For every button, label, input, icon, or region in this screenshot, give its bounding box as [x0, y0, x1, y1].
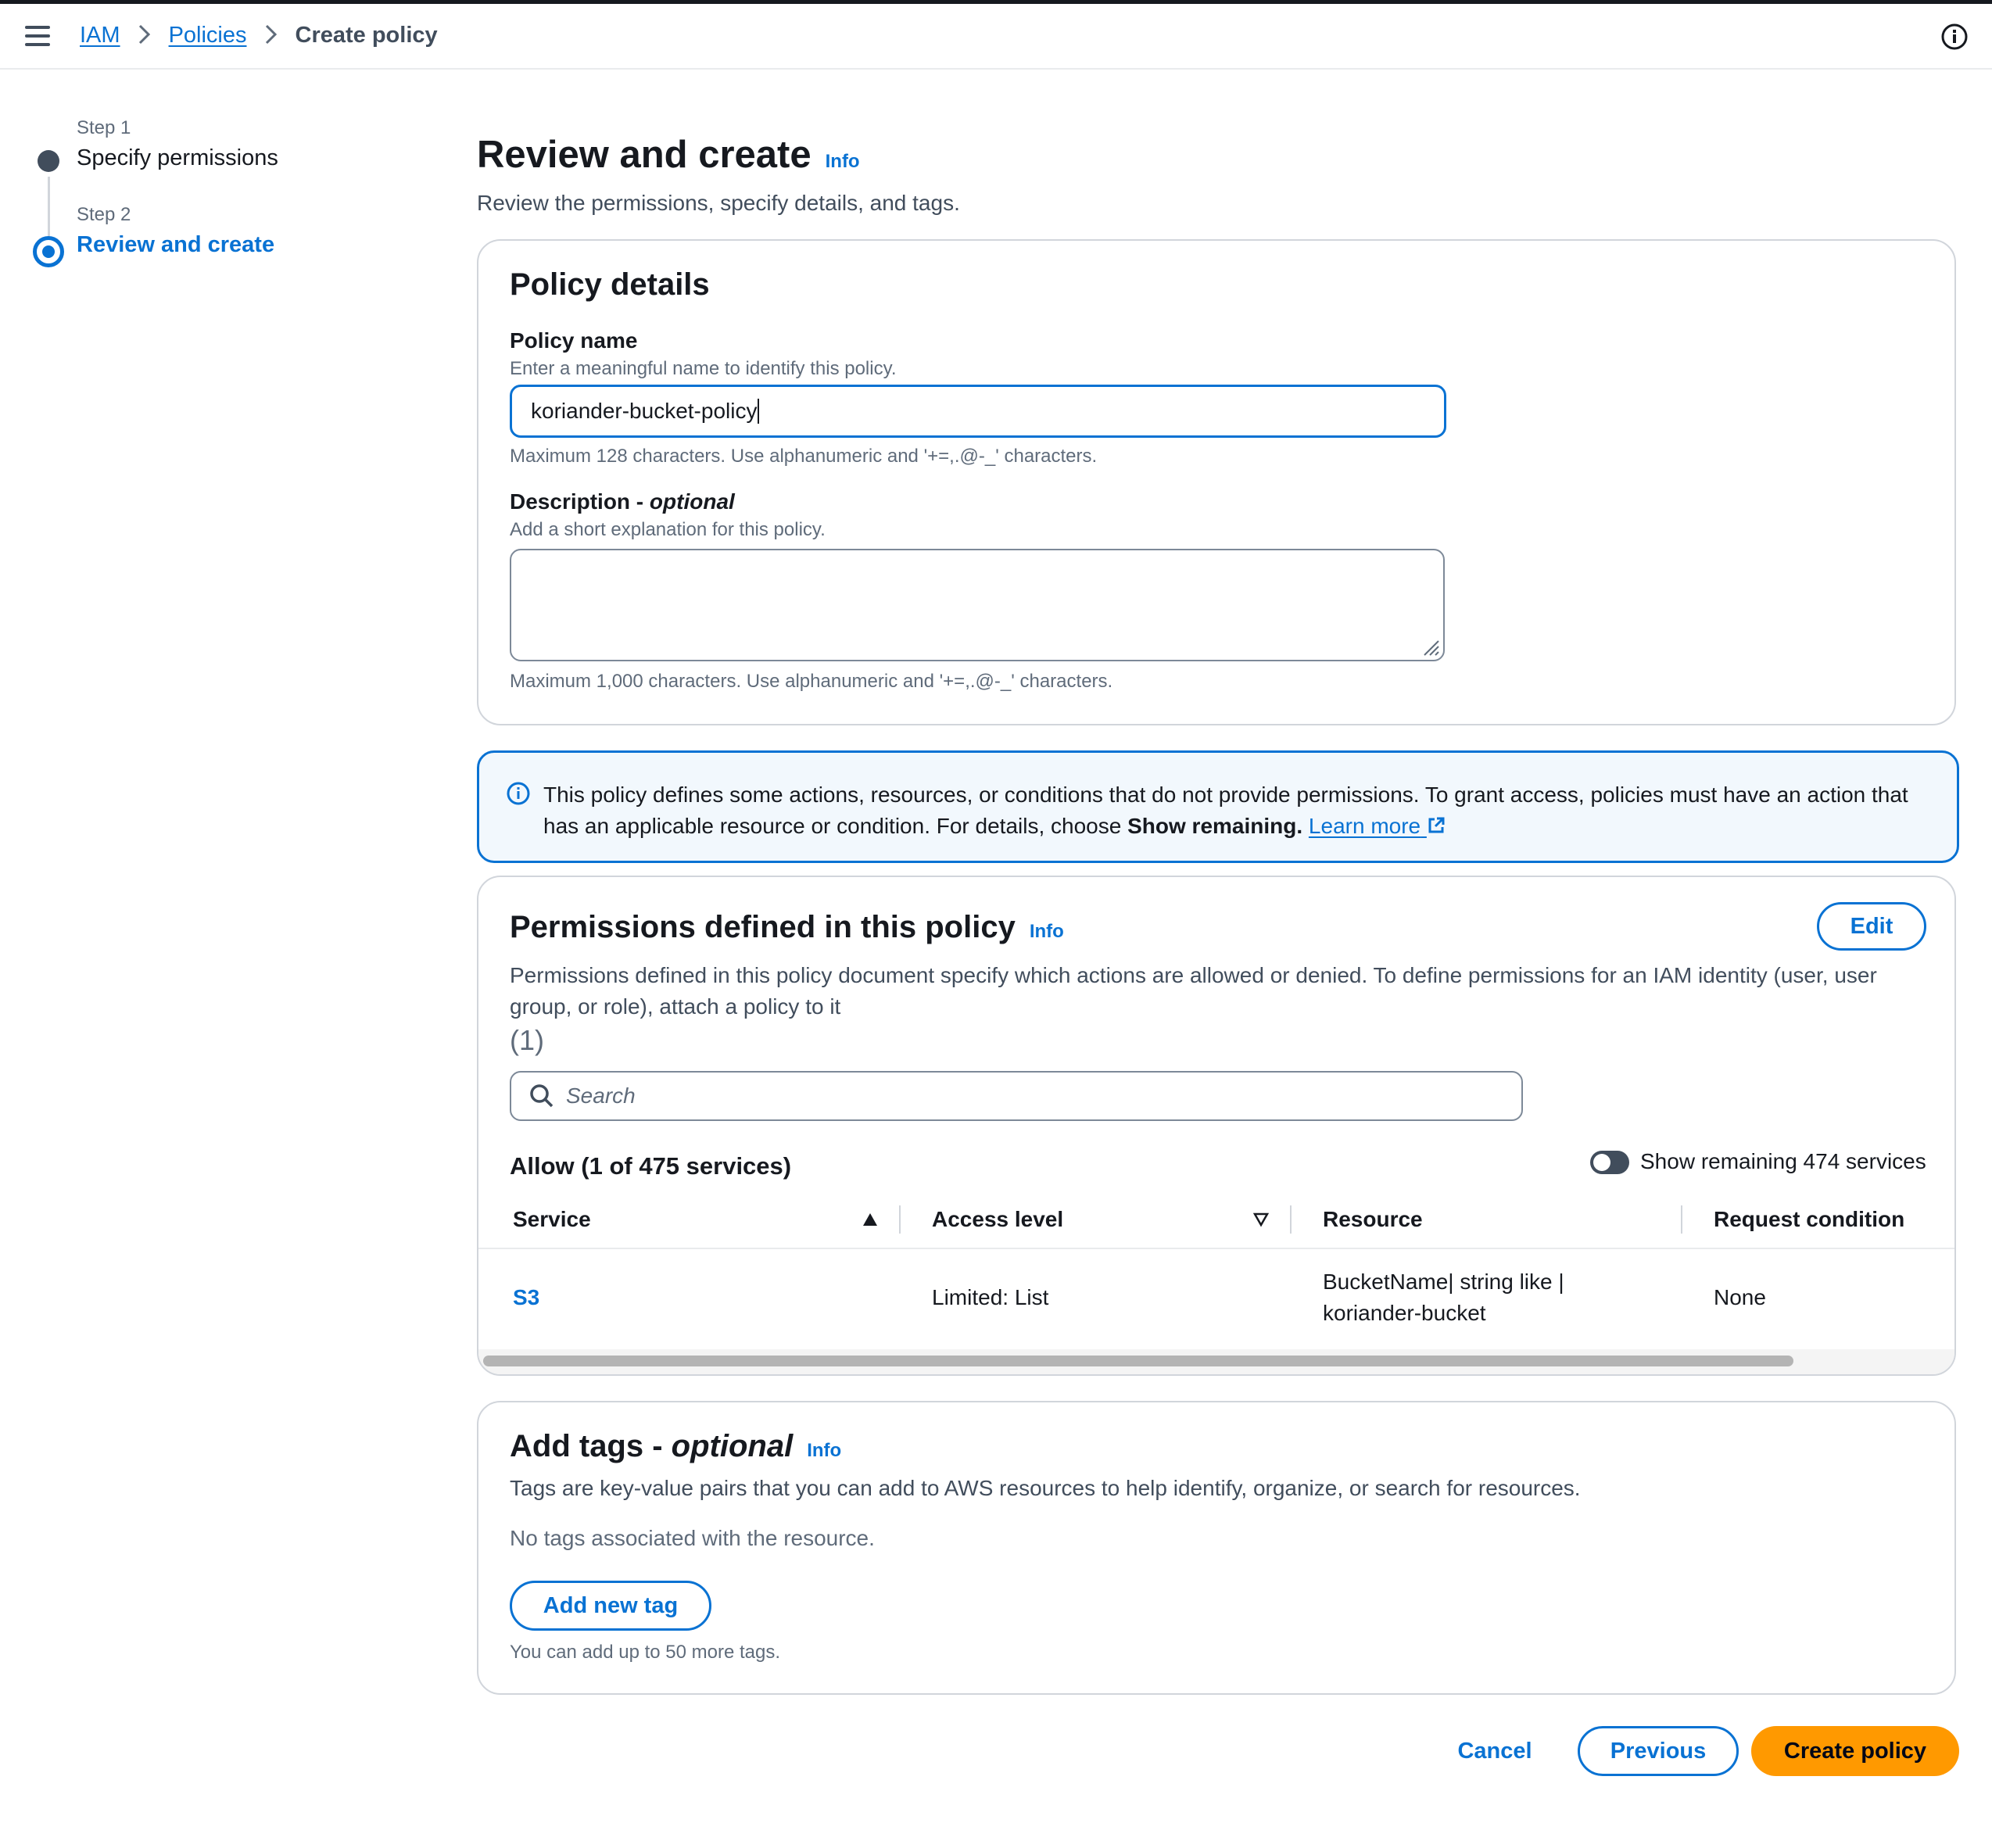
step-connector — [48, 177, 50, 236]
access-level-cell: Limited: List — [932, 1285, 1049, 1309]
description-label: Description - optional — [510, 489, 735, 514]
description-constraint: Maximum 1,000 characters. Use alphanumer… — [510, 671, 1113, 692]
breadcrumb-policies[interactable]: Policies — [169, 23, 247, 48]
resource-cell: BucketName| string like | koriander-buck… — [1323, 1270, 1564, 1325]
menu-icon[interactable] — [25, 26, 50, 46]
page-description: Review the permissions, specify details,… — [477, 191, 960, 215]
description-hint: Add a short explanation for this policy. — [510, 519, 826, 540]
top-navigation: IAM Policies Create policy — [0, 4, 1992, 70]
service-link-s3[interactable]: S3 — [513, 1282, 539, 1313]
alert-bold-text: Show remaining. — [1127, 814, 1303, 838]
horizontal-scrollbar-thumb[interactable] — [483, 1356, 1793, 1366]
alert-message: This policy defines some actions, resour… — [543, 783, 1908, 838]
sort-ascending-icon[interactable] — [862, 1212, 879, 1227]
permissions-title: Permissions defined in this policy — [510, 910, 1016, 944]
tags-limit-text: You can add up to 50 more tags. — [510, 1642, 781, 1663]
permissions-panel: Permissions defined in this policy Info … — [477, 876, 1956, 1376]
request-condition-cell: None — [1714, 1285, 1766, 1309]
permissions-count: (1) — [510, 1024, 544, 1056]
breadcrumb-iam[interactable]: IAM — [80, 23, 120, 48]
table-header-border — [478, 1248, 1954, 1249]
step-1-indicator — [38, 150, 59, 172]
chevron-right-icon — [264, 23, 278, 48]
info-circle-icon[interactable] — [1940, 23, 1969, 55]
show-remaining-toggle[interactable] — [1590, 1151, 1629, 1174]
step-2-label: Step 2 — [77, 204, 131, 225]
page-title: Review and create — [477, 134, 811, 176]
cancel-button[interactable]: Cancel — [1443, 1726, 1546, 1776]
policy-name-input[interactable]: koriander-bucket-policy — [510, 385, 1446, 438]
create-policy-button[interactable]: Create policy — [1751, 1726, 1959, 1776]
column-divider[interactable] — [1681, 1205, 1682, 1234]
policy-details-title: Policy details — [510, 267, 710, 302]
edit-button[interactable]: Edit — [1817, 902, 1926, 951]
sort-descending-icon[interactable] — [1252, 1212, 1270, 1227]
breadcrumb-current: Create policy — [295, 23, 438, 48]
policy-name-label: Policy name — [510, 328, 638, 353]
step-1-title[interactable]: Specify permissions — [77, 145, 375, 171]
permissions-search[interactable]: Search — [510, 1071, 1523, 1121]
permissions-description: Permissions defined in this policy docum… — [510, 963, 1877, 1019]
allow-heading: Allow (1 of 475 services) — [510, 1152, 792, 1180]
breadcrumb: IAM Policies Create policy — [80, 23, 438, 48]
column-divider[interactable] — [1290, 1205, 1292, 1234]
external-link-icon — [1428, 817, 1445, 833]
step-1-label: Step 1 — [77, 117, 131, 138]
tags-empty-message: No tags associated with the resource. — [510, 1526, 875, 1550]
wizard-steps: Step 1 Specify permissions Step 2 Review… — [31, 117, 375, 267]
description-optional: optional — [649, 489, 735, 514]
page-header: Review and create Info Review the permis… — [477, 133, 1959, 216]
tags-title: Add tags - optional — [510, 1429, 794, 1463]
column-divider[interactable] — [899, 1205, 901, 1234]
resize-handle-icon[interactable] — [1420, 636, 1440, 657]
column-header-service[interactable]: Service — [513, 1207, 591, 1232]
info-circle-icon — [506, 781, 531, 810]
search-placeholder: Search — [566, 1083, 636, 1108]
add-new-tag-button[interactable]: Add new tag — [510, 1581, 711, 1631]
tags-panel: Add tags - optional Info Tags are key-va… — [477, 1401, 1956, 1695]
policy-name-value: koriander-bucket-policy — [531, 399, 758, 423]
show-remaining-label: Show remaining 474 services — [1640, 1149, 1926, 1173]
policy-name-constraint: Maximum 128 characters. Use alphanumeric… — [510, 446, 1098, 467]
policy-name-description: Enter a meaningful name to identify this… — [510, 358, 897, 379]
search-icon — [530, 1084, 554, 1108]
permissions-info-link[interactable]: Info — [1030, 921, 1064, 943]
learn-more-link[interactable]: Learn more — [1309, 814, 1446, 838]
step-2-indicator — [33, 236, 64, 267]
previous-button[interactable]: Previous — [1578, 1726, 1739, 1776]
column-header-access-level[interactable]: Access level — [932, 1207, 1063, 1232]
column-header-request-condition[interactable]: Request condition — [1714, 1207, 1904, 1232]
policy-details-panel: Policy details Policy name Enter a meani… — [477, 239, 1956, 725]
text-cursor — [758, 399, 760, 424]
step-2-title: Review and create — [77, 232, 275, 257]
column-header-resource[interactable]: Resource — [1323, 1207, 1423, 1232]
chevron-right-icon — [138, 23, 152, 48]
tags-info-link[interactable]: Info — [807, 1440, 841, 1462]
description-textarea[interactable] — [510, 549, 1445, 661]
page-info-link[interactable]: Info — [826, 151, 860, 173]
info-alert: This policy defines some actions, resour… — [477, 750, 1959, 863]
tags-description: Tags are key-value pairs that you can ad… — [510, 1476, 1581, 1500]
